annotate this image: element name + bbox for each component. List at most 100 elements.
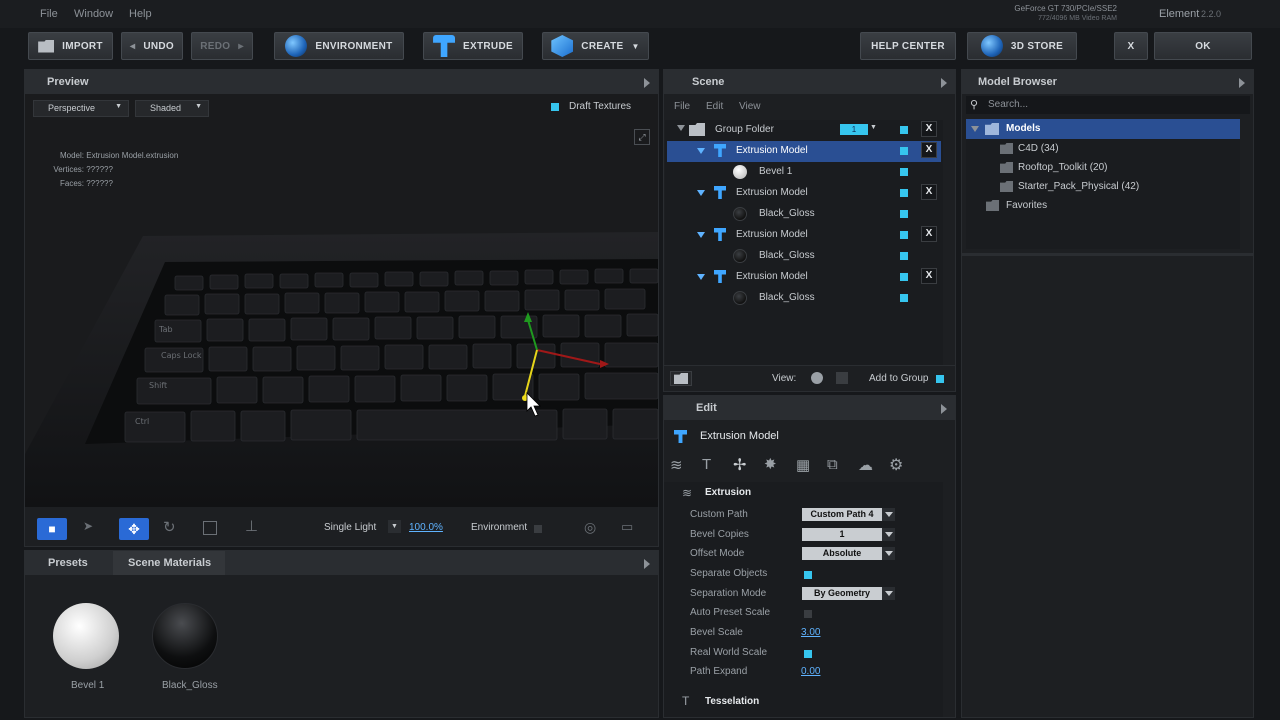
expand-arrow-icon[interactable]	[697, 274, 705, 280]
scene-item-row[interactable]: Black_Gloss	[667, 288, 941, 309]
ok-button[interactable]: OK	[1154, 32, 1252, 60]
bevel-scale-value[interactable]: 3.00	[801, 627, 820, 638]
visibility-checkbox[interactable]	[900, 273, 908, 281]
tree-item-folder[interactable]: C4D (34)	[966, 139, 1240, 158]
panel-arrow-icon[interactable]	[644, 559, 650, 569]
rotate-icon[interactable]: ↻	[163, 518, 176, 536]
visibility-checkbox[interactable]	[900, 231, 908, 239]
scene-menu-view[interactable]: View	[739, 101, 761, 112]
scene-item-row[interactable]: Extrusion Model X	[667, 183, 941, 204]
visibility-checkbox[interactable]	[900, 168, 908, 176]
material-swatch-bevel[interactable]	[53, 603, 119, 669]
panel-arrow-icon[interactable]	[941, 404, 947, 414]
visibility-checkbox[interactable]	[900, 189, 908, 197]
custom-path-dropdown[interactable]: Custom Path 4	[802, 508, 882, 521]
tab-presets[interactable]: Presets	[25, 551, 113, 575]
view-grid-icon[interactable]	[836, 372, 848, 384]
zoom-value[interactable]: 100.0%	[409, 522, 443, 533]
scene-item-row[interactable]: Black_Gloss	[667, 246, 941, 267]
scene-item-row[interactable]: Bevel 1	[667, 162, 941, 183]
scene-item-row[interactable]: Black_Gloss	[667, 204, 941, 225]
tree-item-favorites[interactable]: Favorites	[966, 196, 1240, 215]
menu-file[interactable]: File	[40, 8, 58, 20]
scene-item-row[interactable]: Extrusion Model X	[667, 141, 941, 162]
path-expand-value[interactable]: 0.00	[801, 666, 820, 677]
draft-textures-checkbox[interactable]	[551, 103, 559, 111]
auto-preset-scale-checkbox[interactable]	[804, 610, 812, 618]
shading-dropdown[interactable]: Shaded ▼	[135, 100, 209, 117]
add-to-group-checkbox[interactable]	[936, 375, 944, 383]
layers-icon[interactable]: ≋	[670, 456, 683, 474]
create-button[interactable]: CREATE ▼	[542, 32, 649, 60]
new-folder-button[interactable]	[670, 371, 692, 386]
monitor-icon[interactable]: ▭	[621, 519, 633, 535]
group-folder-row[interactable]: Group Folder 1 ▼ X	[667, 120, 941, 141]
chevron-down-icon[interactable]	[882, 528, 895, 541]
expand-arrow-icon[interactable]	[697, 148, 705, 154]
delete-button[interactable]: X	[921, 268, 937, 284]
offset-mode-dropdown[interactable]: Absolute	[802, 547, 882, 560]
real-world-scale-checkbox[interactable]	[804, 650, 812, 658]
tree-item-models[interactable]: Models	[966, 119, 1240, 139]
scene-item-row[interactable]: Extrusion Model X	[667, 267, 941, 288]
extrude-button[interactable]: EXTRUDE	[423, 32, 523, 60]
expand-arrow-icon[interactable]	[697, 232, 705, 238]
chevron-down-icon[interactable]	[882, 547, 895, 560]
move-icon[interactable]: ✥	[119, 518, 149, 540]
axis-icon[interactable]: ⊥	[245, 517, 258, 535]
visibility-checkbox[interactable]	[900, 294, 908, 302]
chevron-down-icon[interactable]	[882, 508, 895, 521]
material-swatch-black-gloss[interactable]	[152, 603, 218, 669]
scene-menu-file[interactable]: File	[674, 101, 690, 112]
panel-arrow-icon[interactable]	[1239, 78, 1245, 88]
separation-mode-dropdown[interactable]: By Geometry	[802, 587, 882, 600]
menu-window[interactable]: Window	[74, 8, 113, 20]
bevel-tool-icon[interactable]: ✸	[764, 455, 777, 473]
camera-icon[interactable]: ■	[37, 518, 67, 540]
delete-button[interactable]: X	[921, 226, 937, 242]
expand-icon[interactable]: ⤢	[634, 129, 650, 145]
3d-store-button[interactable]: 3D STORE	[967, 32, 1077, 60]
delete-button[interactable]: X	[921, 121, 937, 137]
panel-arrow-icon[interactable]	[941, 78, 947, 88]
bevel-copies-dropdown[interactable]: 1	[802, 528, 882, 541]
scene-menu-edit[interactable]: Edit	[706, 101, 723, 112]
select-arrow-icon[interactable]: ➤	[83, 519, 93, 533]
scene-item-row[interactable]: Extrusion Model X	[667, 225, 941, 246]
extrude-tool-icon[interactable]: T	[702, 456, 711, 473]
expand-arrow-icon[interactable]	[697, 190, 705, 196]
move-tool-icon[interactable]: ✢	[733, 455, 746, 475]
tree-item-folder[interactable]: Rooftop_Toolkit (20)	[966, 158, 1240, 177]
environment-checkbox[interactable]	[534, 525, 542, 533]
target-icon[interactable]: ◎	[584, 519, 596, 536]
environment-button[interactable]: ENVIRONMENT	[274, 32, 404, 60]
expand-arrow-icon[interactable]	[971, 126, 979, 132]
expand-arrow-icon[interactable]	[677, 125, 685, 131]
group-badge[interactable]: 1	[840, 124, 868, 135]
help-center-button[interactable]: HELP CENTER	[860, 32, 956, 60]
chevron-down-icon[interactable]: ▼	[870, 124, 877, 131]
visibility-checkbox[interactable]	[900, 252, 908, 260]
light-dropdown[interactable]: Single Light ▼	[309, 520, 401, 536]
view-sphere-icon[interactable]	[811, 372, 823, 384]
menu-help[interactable]: Help	[129, 8, 152, 20]
panel-arrow-icon[interactable]	[644, 78, 650, 88]
texture-icon[interactable]: ▦	[796, 456, 810, 474]
tab-scene-materials[interactable]: Scene Materials	[113, 551, 225, 575]
visibility-checkbox[interactable]	[900, 210, 908, 218]
search-field[interactable]: ⚲ Search...	[966, 96, 1250, 114]
delete-button[interactable]: X	[921, 184, 937, 200]
viewport[interactable]: Tab Caps Lock Shift Ctrl Perspective ▼ Shad…	[25, 94, 658, 507]
camera-dropdown[interactable]: Perspective ▼	[33, 100, 129, 117]
import-button[interactable]: IMPORT	[28, 32, 113, 60]
undo-button[interactable]: ◂ UNDO	[121, 32, 183, 60]
visibility-checkbox[interactable]	[900, 147, 908, 155]
delete-button[interactable]: X	[921, 142, 937, 158]
copy-icon[interactable]: ⧉	[827, 456, 838, 473]
close-button[interactable]: X	[1114, 32, 1148, 60]
redo-button[interactable]: REDO ▸	[191, 32, 253, 60]
separate-objects-checkbox[interactable]	[804, 571, 812, 579]
visibility-checkbox[interactable]	[900, 126, 908, 134]
scale-icon[interactable]	[203, 521, 217, 535]
deform-icon[interactable]: ☁	[858, 456, 873, 474]
